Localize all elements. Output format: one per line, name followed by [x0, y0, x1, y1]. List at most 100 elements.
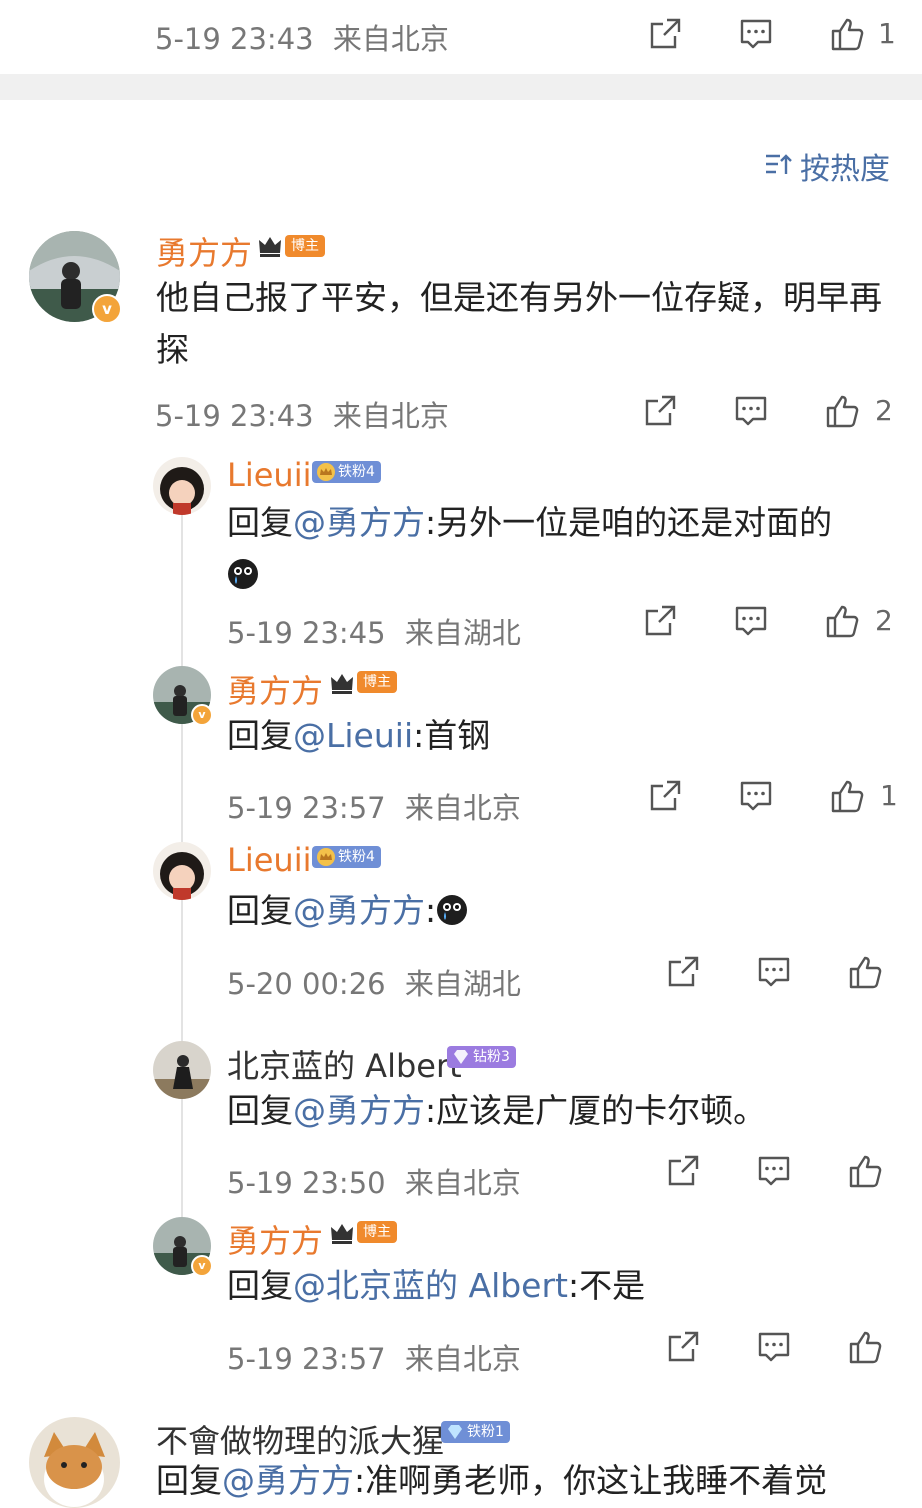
- crying-emoji-icon: [227, 553, 259, 589]
- reply-body: :不是: [568, 1266, 646, 1305]
- reply-body: :: [425, 891, 437, 930]
- fan-badge: 铁粉4: [312, 846, 381, 868]
- mention-link[interactable]: @北京蓝的 Albert: [293, 1266, 568, 1305]
- reply-text: 回复@勇方方:: [227, 885, 887, 937]
- like-count: 2: [875, 394, 893, 427]
- location: 来自北京: [404, 1342, 521, 1376]
- comment-icon[interactable]: [733, 603, 769, 639]
- timestamp: 5-19 23:43: [155, 22, 314, 56]
- reply-text: 回复@勇方方:准啊勇老师，你这让我睡不着觉: [156, 1455, 896, 1507]
- badge-label: 铁粉4: [338, 464, 375, 480]
- comment-icon[interactable]: [733, 393, 769, 429]
- comment-text: 他自己报了平安，但是还有另外一位存疑，明早再探: [156, 278, 882, 369]
- blogger-badge: 博主: [285, 235, 325, 257]
- avatar[interactable]: [29, 1417, 120, 1508]
- crown-icon: [316, 847, 336, 867]
- reply-text: 回复@勇方方:应该是广厦的卡尔顿。: [227, 1085, 887, 1137]
- reply-prefix: 回复: [227, 1266, 293, 1305]
- username[interactable]: 勇方方: [156, 228, 252, 274]
- like-icon[interactable]: [824, 393, 860, 429]
- location: 来自湖北: [404, 616, 521, 650]
- username[interactable]: 北京蓝的 Albert: [227, 1041, 462, 1087]
- fan-badge: 铁粉4: [312, 461, 381, 483]
- reply-prefix: 回复: [227, 1091, 293, 1130]
- sort-icon: [764, 152, 794, 178]
- location: 来自北京: [332, 22, 449, 56]
- blogger-badge: 博主: [357, 671, 397, 693]
- share-icon[interactable]: [665, 1329, 701, 1365]
- share-icon[interactable]: [647, 16, 683, 52]
- crown-icon: [316, 462, 336, 482]
- diamond-fan-badge: 钻粉3: [447, 1046, 516, 1068]
- reply-text: 回复@勇方方:另外一位是咱的还是对面的: [227, 497, 887, 601]
- timestamp: 5-19 23:57: [227, 1342, 386, 1376]
- username[interactable]: 勇方方: [227, 1216, 323, 1262]
- reply-body: :首钢: [413, 716, 491, 755]
- crying-emoji-icon: [436, 889, 468, 925]
- share-icon[interactable]: [665, 1153, 701, 1189]
- reply-meta: 5-19 23:45 来自湖北: [227, 610, 521, 652]
- like-icon[interactable]: [847, 1329, 883, 1365]
- comment-icon[interactable]: [756, 954, 792, 990]
- location: 来自北京: [404, 791, 521, 825]
- reply-body: :另外一位是咱的还是对面的: [425, 503, 833, 542]
- mention-link[interactable]: @勇方方: [293, 1091, 425, 1130]
- like-count: 1: [878, 17, 896, 50]
- like-icon[interactable]: [829, 778, 865, 814]
- sort-label: 按热度: [800, 152, 890, 187]
- blogger-badge: 博主: [357, 1221, 397, 1243]
- share-icon[interactable]: [647, 778, 683, 814]
- reply-meta: 5-20 00:26 来自湖北: [227, 961, 521, 1003]
- comment-meta: 5-19 23:43 来自北京: [155, 393, 449, 435]
- verified-icon: v: [92, 294, 122, 324]
- reply-prefix: 回复: [227, 716, 293, 755]
- avatar[interactable]: [153, 842, 211, 900]
- share-icon[interactable]: [642, 393, 678, 429]
- verified-icon: v: [191, 704, 213, 726]
- timestamp: 5-19 23:43: [155, 399, 314, 433]
- verified-icon: v: [191, 1255, 213, 1277]
- timestamp: 5-19 23:50: [227, 1166, 386, 1200]
- reply-meta: 5-19 23:57 来自北京: [227, 1336, 521, 1378]
- crown-icon: [257, 233, 283, 259]
- badge-label: 钻粉3: [473, 1049, 510, 1065]
- fan-badge: 铁粉1: [441, 1421, 510, 1443]
- reply-prefix: 回复: [227, 891, 293, 930]
- mention-link[interactable]: @勇方方: [293, 503, 425, 542]
- share-icon[interactable]: [642, 603, 678, 639]
- share-icon[interactable]: [665, 954, 701, 990]
- comment-icon[interactable]: [756, 1153, 792, 1189]
- avatar[interactable]: [153, 457, 211, 515]
- crown-icon: [329, 1220, 355, 1246]
- comment-icon[interactable]: [738, 778, 774, 814]
- reply-body: :应该是广厦的卡尔顿。: [425, 1091, 767, 1130]
- username[interactable]: Lieuii: [227, 841, 311, 879]
- reply-text: 回复@Lieuii:首钢: [227, 710, 887, 762]
- badge-label: 铁粉1: [467, 1424, 504, 1440]
- like-count: 1: [880, 779, 898, 812]
- reply-prefix: 回复: [227, 503, 293, 542]
- timestamp: 5-19 23:45: [227, 616, 386, 650]
- reply-meta: 5-19 23:57 来自北京: [227, 785, 521, 827]
- like-icon[interactable]: [829, 16, 865, 52]
- avatar[interactable]: [153, 1041, 211, 1099]
- timestamp: 5-20 00:26: [227, 967, 386, 1001]
- timestamp: 5-19 23:57: [227, 791, 386, 825]
- diamond-icon: [451, 1047, 471, 1067]
- badge-label: 铁粉4: [338, 849, 375, 865]
- like-icon[interactable]: [824, 603, 860, 639]
- username[interactable]: 勇方方: [227, 666, 323, 712]
- comment-icon[interactable]: [756, 1329, 792, 1365]
- username[interactable]: Lieuii: [227, 456, 311, 494]
- mention-link[interactable]: @勇方方: [293, 891, 425, 930]
- like-icon[interactable]: [847, 1153, 883, 1189]
- mention-link[interactable]: @Lieuii: [293, 716, 413, 755]
- top-timestamp: 5-19 23:43 来自北京: [155, 16, 449, 58]
- like-icon[interactable]: [847, 954, 883, 990]
- reply-text: 回复@北京蓝的 Albert:不是: [227, 1260, 887, 1312]
- location: 来自北京: [332, 399, 449, 433]
- section-divider: [0, 74, 922, 100]
- like-count: 2: [875, 604, 893, 637]
- crown-icon: [329, 670, 355, 696]
- comment-icon[interactable]: [738, 16, 774, 52]
